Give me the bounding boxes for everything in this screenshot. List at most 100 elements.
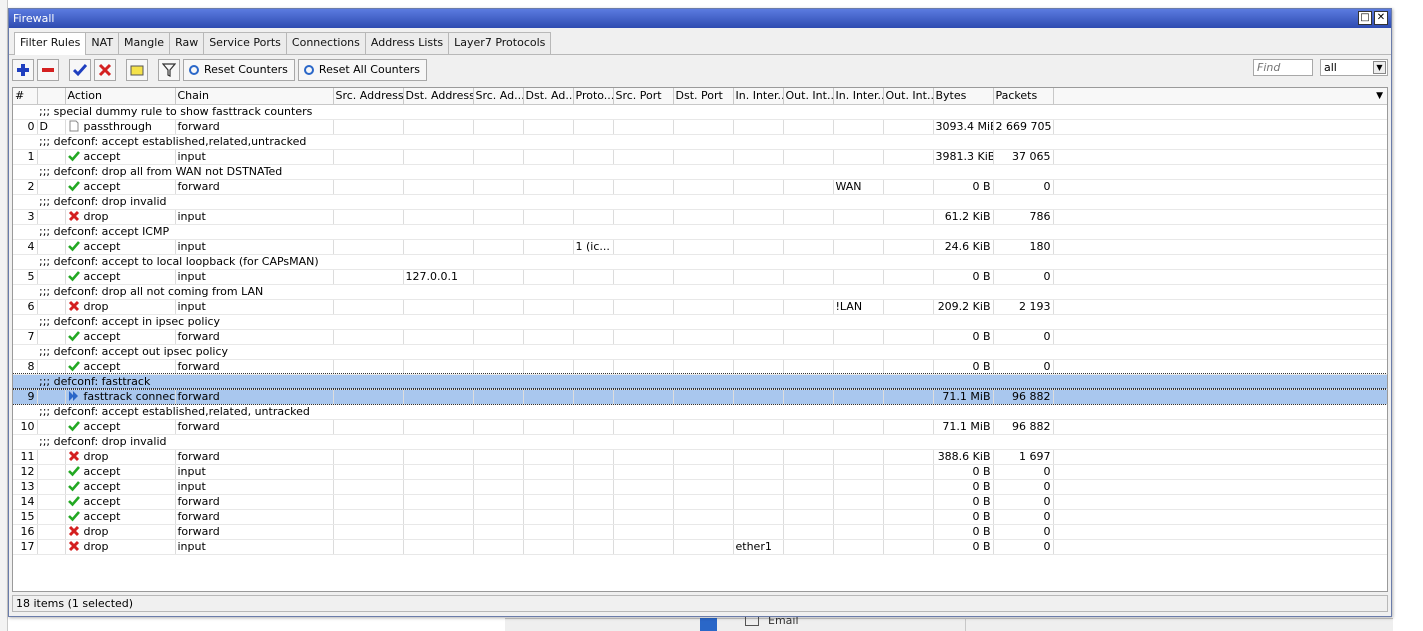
rule-comment-row[interactable]: ;;; defconf: accept ICMP [13,224,1387,240]
tab-layer7-protocols[interactable]: Layer7 Protocols [448,32,552,54]
row-filler [1053,149,1387,165]
rule-action-label: drop [83,539,109,553]
rule-comment-row[interactable]: ;;; defconf: fasttrack [13,373,1387,390]
row-filler [1053,299,1387,315]
rule-comment-row[interactable]: ;;; defconf: accept in ipsec policy [13,314,1387,330]
maximize-icon[interactable]: □ [1358,11,1372,25]
rule-row[interactable]: 0 Dpassthrough forward 3093.4 MiB 2 669 705 [13,119,1387,135]
tab-filter-rules[interactable]: Filter Rules [14,32,87,55]
rule-in-interface-list [833,464,884,480]
col-out-interface-list-header[interactable]: Out. Int... [883,88,934,105]
accept-icon [67,180,80,192]
filter-button[interactable] [158,58,180,81]
rule-row[interactable]: 2 accept forward WAN 0 B0 [13,179,1387,195]
rule-row[interactable]: 15 accept forward 0 B0 [13,509,1387,525]
filter-select[interactable]: all ▼ [1320,59,1388,76]
col-in-interface-header[interactable]: In. Inter... [733,88,784,105]
add-button[interactable] [12,58,34,81]
remove-button[interactable] [37,58,59,81]
rule-row[interactable]: 6 drop input !LAN 209.2 KiB 2 193 [13,299,1387,315]
rule-comment-row[interactable]: ;;; defconf: drop all not coming from LA… [13,284,1387,300]
close-icon[interactable]: ✕ [1374,11,1388,25]
rule-comment-row[interactable]: ;;; defconf: accept to local loopback (f… [13,254,1387,270]
tab-service-ports[interactable]: Service Ports [203,32,287,54]
plus-icon [17,63,29,76]
rule-in-interface [733,449,784,465]
rule-comment-row[interactable]: ;;; defconf: drop invalid [13,194,1387,210]
col-dst-address-list-header[interactable]: Dst. Ad... [523,88,574,105]
rule-row[interactable]: 3 drop input 61.2 KiB 786 [13,209,1387,225]
rule-comment: ;;; defconf: accept out ipsec policy [37,344,1387,360]
col-protocol-header[interactable]: Proto... [573,88,614,105]
rule-action: accept [65,464,176,480]
col-src-address-list-header[interactable]: Src. Ad... [473,88,524,105]
col-action-header[interactable]: Action [65,88,176,105]
rule-comment-row[interactable]: ;;; defconf: accept established,related,… [13,134,1387,150]
rule-protocol: 1 (ic... [573,239,614,255]
col-packets-header[interactable]: Packets [993,88,1054,105]
reset-counters-button[interactable]: Reset Counters [183,58,295,81]
rule-row[interactable]: 9 fasttrack connec...forward 71.1 MiB96 88… [13,388,1387,405]
col-bytes-header[interactable]: Bytes [933,88,994,105]
tab-mangle[interactable]: Mangle [118,32,171,54]
rule-comment-row[interactable]: ;;; defconf: drop invalid [13,434,1387,450]
rule-number: 8 [13,359,38,375]
rule-dst-address-list [523,509,574,525]
rule-row[interactable]: 16 drop forward 0 B0 [13,524,1387,540]
rule-row[interactable]: 4 accept input 1 (ic... 24.6 KiB 180 [13,239,1387,255]
col-src-address-header[interactable]: Src. Address [333,88,404,105]
column-menu-icon[interactable]: ▼ [1376,91,1383,101]
rule-chain: input [175,539,334,555]
tab-address-lists[interactable]: Address Lists [364,32,450,54]
rule-row[interactable]: 13 accept input 0 B0 [13,479,1387,495]
find-input[interactable] [1253,59,1313,76]
disable-button[interactable] [94,58,116,81]
rule-row[interactable]: 12 accept input 0 B0 [13,464,1387,480]
dropdown-arrow-icon[interactable]: ▼ [1373,61,1386,74]
col-dst-address-header[interactable]: Dst. Address [403,88,474,105]
rule-row[interactable]: 7 accept forward 0 B0 [13,329,1387,345]
window-titlebar[interactable]: Firewall □ ✕ [9,9,1391,28]
col-flags-header[interactable] [37,88,66,105]
rule-row[interactable]: 1 accept input 3981.3 KiB 37 065 [13,149,1387,165]
reset-all-counters-button[interactable]: Reset All Counters [297,58,427,81]
rule-action-label: accept [83,239,121,253]
rule-row[interactable]: 8 accept forward 0 B0 [13,359,1387,375]
col-number-header[interactable]: # [13,88,38,105]
rule-comment-row[interactable]: ;;; special dummy rule to show fasttrack… [13,104,1387,120]
col-out-interface-header[interactable]: Out. Int... [783,88,834,105]
col-chain-header[interactable]: Chain [175,88,334,105]
rule-row[interactable]: 5 accept input 127.0.0.1 0 B0 [13,269,1387,285]
rule-dst-address [403,464,474,480]
col-in-interface-list-header[interactable]: In. Inter... [833,88,884,105]
col-src-port-header[interactable]: Src. Port [613,88,674,105]
rule-chain: forward [175,419,334,435]
fasttrack-icon [68,390,80,402]
comment-button[interactable] [126,58,148,81]
rule-action-label: accept [83,149,121,163]
tab-raw[interactable]: Raw [169,32,205,54]
rule-row[interactable]: 11 drop forward 388.6 KiB 1 697 [13,449,1387,465]
tab-connections[interactable]: Connections [285,32,366,54]
rule-comment-row[interactable]: ;;; defconf: accept out ipsec policy [13,344,1387,360]
rule-protocol [573,509,614,525]
rule-row[interactable]: 10 accept forward 71.1 MiB 96 882 [13,419,1387,435]
enable-button[interactable] [69,58,91,81]
rule-comment: ;;; defconf: accept established,related,… [37,134,1387,150]
rule-row[interactable]: 17 drop input ether1 0 B0 [13,539,1387,555]
rule-dst-port [673,209,734,225]
rule-number: 13 [13,479,38,495]
rule-comment-row[interactable]: ;;; defconf: accept established,related,… [13,404,1387,420]
rule-packets: 0 [993,359,1054,375]
rule-in-interface [733,119,784,135]
rule-action: accept [65,509,176,525]
rule-row[interactable]: 14 accept forward 0 B0 [13,494,1387,510]
rule-src-port [613,389,674,405]
rule-comment-row[interactable]: ;;; defconf: drop all from WAN not DSTNA… [13,164,1387,180]
tab-nat[interactable]: NAT [85,32,120,54]
rule-in-interface [733,149,784,165]
rule-dst-port [673,299,734,315]
col-dst-port-header[interactable]: Dst. Port [673,88,734,105]
rule-chain: input [175,464,334,480]
background-window-edge [0,0,8,631]
